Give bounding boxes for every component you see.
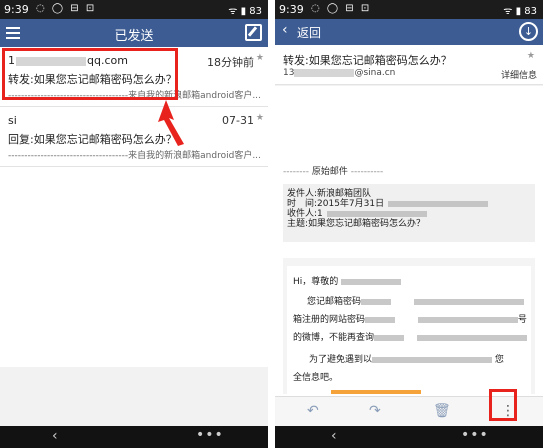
system-nav-bar: ‹ ••• [0,426,268,448]
status-bar: 9:39 ◌ ◯ ⊟ ⊡ ᯤ ▮ 83 [275,0,543,19]
top-app-bar: ‹ 返回 ↓ [275,19,543,45]
signal-battery-icons: ᯤ ▮ 83 [228,6,262,17]
battery-level: 83 [249,6,262,17]
mail-address: 13 @sina.cn [283,68,395,78]
address-prefix: 13 [283,68,295,78]
mail-item[interactable]: si 07-31 ★ 回复:如果您忘记邮箱密码怎么办？ ------------… [0,107,268,167]
info-sender: 发件人:新浪邮箱团队 [287,189,372,199]
body-line: 箱注册的网站密码 号 [293,315,527,325]
original-mail-info: 发件人:新浪邮箱团队 时 间:2015年7月31日 收件人:1 主题:如果您忘记… [283,184,535,242]
mail-content: Hi，尊敬的 您记邮箱密码 箱注册的网站密码 号 的微博，不能再查询 为了避免遇… [287,266,531,394]
nav-more-icon[interactable]: ••• [461,427,489,443]
screenshot-root: 9:39 ◌ ◯ ⊟ ⊡ ᯤ ▮ 83 已发送 1 qq.com 18分钟前 ★ … [0,0,543,448]
mail-preview: -------------------------------------来自我… [8,151,261,161]
annotation-arrow-icon [158,100,184,146]
compose-icon[interactable] [245,24,262,41]
nav-back-icon[interactable]: ‹ [52,428,58,444]
mail-content-card: Hi，尊敬的 您记邮箱密码 箱注册的网站密码 号 的微博，不能再查询 为了避免遇… [283,258,535,394]
mail-subject: 回复:如果您忘记邮箱密码怎么办？ [8,133,177,146]
mail-body: -------- 原始邮件 ---------- 发件人:新浪邮箱团队 时 间:… [275,86,543,396]
redacted-text [326,210,427,217]
sender-prefix: si [8,114,17,127]
back-chevron-icon[interactable]: ‹ [282,22,288,38]
body-line: Hi，尊敬的 [293,274,402,287]
body-line: 您记邮箱密码 [307,294,524,307]
original-mail-divider: -------- 原始邮件 ---------- [283,167,384,177]
download-icon[interactable]: ↓ [519,22,538,41]
delete-icon[interactable]: 🗑 [433,403,451,419]
info-subject: 主题:如果您忘记邮箱密码怎么办？ [287,219,426,229]
top-app-bar: 已发送 [0,19,268,47]
forward-icon[interactable]: ↷ [369,403,381,419]
panel-separator [268,0,275,448]
signal-battery-icons: ᯤ ▮ 83 [503,6,537,17]
body-line: 的微博，不能再查询 [293,330,527,343]
info-recipient: 收件人:1 [287,209,323,219]
status-bar: 9:39 ◌ ◯ ⊟ ⊡ ᯤ ▮ 83 [0,0,268,19]
system-nav-bar: ‹ ••• [275,426,543,448]
address-suffix: @sina.cn [354,68,396,78]
redacted-text [388,200,489,207]
back-button[interactable]: 返回 [297,24,321,41]
sent-folder-screen: 9:39 ◌ ◯ ⊟ ⊡ ᯤ ▮ 83 已发送 1 qq.com 18分钟前 ★ … [0,0,268,448]
info-time-row: 时 间:2015年7月31日 [287,199,531,209]
mail-subject: 转发:如果您忘记邮箱密码怎么办？ [283,54,452,67]
nav-more-icon[interactable]: ••• [196,427,224,443]
notification-icons: ◌ ◯ ⊟ ⊡ [36,3,97,14]
highlight-box [489,389,517,421]
highlight-box [2,48,178,100]
original-mail-label: 原始邮件 [311,167,348,177]
nav-back-icon[interactable]: ‹ [331,428,337,444]
status-time: 9:39 [4,3,29,16]
status-time: 9:39 [279,3,304,16]
mail-time: 18分钟前 [207,56,254,69]
star-icon[interactable]: ★ [256,113,264,123]
body-line: 为了避免遇到以 您 [309,355,504,365]
star-icon[interactable]: ★ [256,53,264,63]
notification-icons: ◌ ◯ ⊟ ⊡ [311,3,372,14]
redacted-text [294,68,355,77]
orange-button-edge[interactable] [331,390,421,394]
reply-icon[interactable]: ↶ [307,403,319,419]
mail-time: 07-31 [222,114,254,127]
mail-sender: si [8,114,17,127]
page-title: 已发送 [114,29,154,44]
star-icon[interactable]: ★ [527,51,535,61]
mail-header: 转发:如果您忘记邮箱密码怎么办？ ★ 13 @sina.cn 详细信息 [275,45,543,85]
body-line: 全信息吧。 [293,373,339,383]
info-recipient-row: 收件人:1 [287,209,531,219]
battery-level: 83 [524,6,537,17]
detail-info-link[interactable]: 详细信息 [501,68,537,81]
info-time: 时 间:2015年7月31日 [287,199,385,209]
mail-detail-screen: 9:39 ◌ ◯ ⊟ ⊡ ᯤ ▮ 83 ‹ 返回 ↓ 转发:如果您忘记邮箱密码怎… [275,0,543,448]
